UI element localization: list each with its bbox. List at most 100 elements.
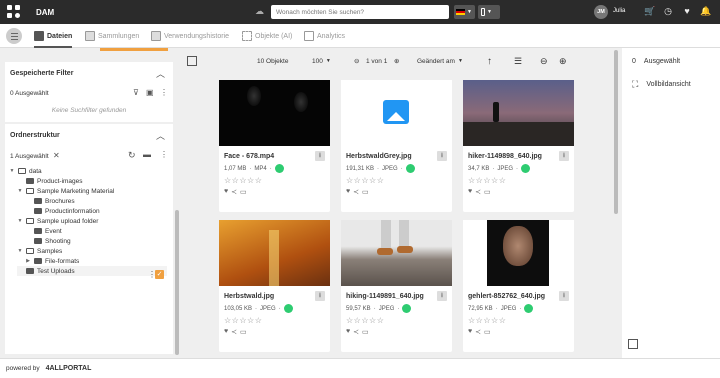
collapse-icon[interactable]: ▼	[17, 218, 23, 224]
user-name[interactable]: Julia	[613, 8, 625, 14]
more-icon[interactable]: ⋮	[160, 88, 168, 97]
download-icon[interactable]: ⭳	[559, 151, 569, 161]
asset-thumbnail[interactable]	[219, 220, 330, 286]
tree-item-product-images[interactable]: Product-images	[17, 176, 83, 186]
download-icon[interactable]: ⭳	[559, 291, 569, 301]
share-icon[interactable]: ≺	[475, 188, 481, 196]
search-input[interactable]	[271, 5, 449, 19]
zoom-out-icon[interactable]: ⊖	[540, 50, 548, 72]
sort-direction-icon[interactable]: ↑	[487, 50, 492, 72]
fullscreen-button[interactable]: ⛶ Vollbildansicht	[632, 79, 691, 90]
sidebar-scrollbar[interactable]	[175, 210, 179, 355]
list-view-icon[interactable]: ☰	[514, 50, 522, 72]
asset-name[interactable]: Face - 678.mp4	[224, 153, 274, 160]
heart-icon[interactable]: ♥	[224, 328, 228, 336]
avatar[interactable]: JM	[594, 5, 608, 19]
menu-icon[interactable]	[6, 28, 22, 44]
asset-thumbnail[interactable]	[463, 80, 574, 146]
tree-item-sample-marketing[interactable]: ▼ Sample Marketing Material	[17, 186, 115, 196]
asset-card[interactable]: Face - 678.mp4 ⭳ 1,07 MB · MP4 · ☆☆☆☆☆ ♥ ≺ ▭	[219, 80, 330, 212]
expand-icon[interactable]: ▶	[25, 258, 31, 264]
asset-name[interactable]: gehlert-852762_640.jpg	[468, 293, 545, 300]
asset-thumbnail[interactable]	[219, 80, 330, 146]
language-selector[interactable]: ▼	[454, 5, 475, 19]
rating-stars[interactable]: ☆☆☆☆☆	[346, 176, 384, 185]
tree-item-shooting[interactable]: Shooting	[25, 236, 71, 246]
brand-logo[interactable]: 4ALLPORTAL	[46, 365, 92, 372]
asset-thumbnail[interactable]	[341, 220, 452, 286]
add-to-collection-icon[interactable]: ▭	[484, 328, 491, 336]
tree-item-productinformation[interactable]: Productinformation	[25, 206, 100, 216]
add-to-collection-icon[interactable]: ▭	[240, 328, 247, 336]
collapse-panel-icon[interactable]	[628, 339, 638, 349]
download-icon[interactable]: ⭳	[315, 291, 325, 301]
sort-select[interactable]: Geändert am ▼	[417, 50, 463, 72]
asset-thumbnail[interactable]	[341, 80, 452, 146]
asset-card[interactable]: HerbstwaldGrey.jpg ⭳ 191,31 KB · JPEG · ☆☆☆…	[341, 80, 452, 212]
heart-icon[interactable]: ♥	[468, 328, 472, 336]
main-scrollbar[interactable]	[614, 50, 618, 214]
share-icon[interactable]: ≺	[231, 328, 237, 336]
heart-icon[interactable]: ♥	[224, 188, 228, 196]
app-logo-icon[interactable]	[7, 5, 21, 19]
tab-objekte-ai[interactable]: Objekte (AI)	[242, 24, 292, 48]
share-icon[interactable]: ≺	[353, 328, 359, 336]
tree-item-event[interactable]: Event	[25, 226, 62, 236]
device-selector[interactable]: ▼	[478, 5, 500, 19]
tree-item-data[interactable]: ▼ data	[9, 166, 42, 176]
save-icon[interactable]: ▣	[146, 88, 154, 97]
tree-item-brochures[interactable]: Brochures	[25, 196, 75, 206]
add-to-collection-icon[interactable]: ▭	[484, 188, 491, 196]
share-icon[interactable]: ≺	[353, 188, 359, 196]
tab-verwendungshistorie[interactable]: Verwendungshistorie	[151, 24, 229, 48]
add-to-collection-icon[interactable]: ▭	[362, 328, 369, 336]
tab-dateien[interactable]: Dateien	[34, 24, 73, 48]
asset-name[interactable]: hiking-1149891_640.jpg	[346, 293, 424, 300]
asset-name[interactable]: Herbstwald.jpg	[224, 293, 274, 300]
download-icon[interactable]: ⭳	[437, 291, 447, 301]
per-page-select[interactable]: 100 ▼	[312, 50, 331, 72]
cart-icon[interactable]: 🛒	[644, 5, 656, 17]
rating-stars[interactable]: ☆☆☆☆☆	[224, 316, 262, 325]
chevron-up-icon[interactable]: ︿	[156, 67, 165, 80]
heart-icon[interactable]: ♥	[346, 188, 350, 196]
rating-stars[interactable]: ☆☆☆☆☆	[346, 316, 384, 325]
add-to-collection-icon[interactable]: ▭	[240, 188, 247, 196]
add-to-collection-icon[interactable]: ▭	[362, 188, 369, 196]
asset-card[interactable]: gehlert-852762_640.jpg ⭳ 72,95 KB · JPEG · …	[463, 220, 574, 352]
tree-item-file-formats[interactable]: ▶ File-formats	[25, 256, 79, 266]
folder-checkbox[interactable]: ✓	[155, 270, 164, 279]
filter-clear-icon[interactable]: ⊽	[133, 88, 139, 97]
heart-icon[interactable]: ♥	[681, 5, 693, 17]
chevron-up-icon[interactable]: ︿	[156, 129, 165, 142]
collapse-icon[interactable]: ▼	[9, 168, 15, 174]
asset-name[interactable]: HerbstwaldGrey.jpg	[346, 153, 412, 160]
tab-analytics[interactable]: Analytics	[304, 24, 345, 48]
asset-card[interactable]: Herbstwald.jpg ⭳ 103,05 KB · JPEG · ☆☆☆☆☆ ♥…	[219, 220, 330, 352]
heart-icon[interactable]: ♥	[346, 328, 350, 336]
tab-sammlungen[interactable]: Sammlungen	[85, 24, 139, 48]
asset-card[interactable]: hiking-1149891_640.jpg ⭳ 59,57 KB · JPEG · …	[341, 220, 452, 352]
bell-icon[interactable]: 🔔	[700, 5, 712, 17]
rating-stars[interactable]: ☆☆☆☆☆	[468, 316, 506, 325]
heart-icon[interactable]: ♥	[468, 188, 472, 196]
asset-name[interactable]: hiker-1149898_640.jpg	[468, 153, 542, 160]
asset-card[interactable]: hiker-1149898_640.jpg ⭳ 34,7 KB · JPEG · ☆☆…	[463, 80, 574, 212]
asset-thumbnail[interactable]	[463, 220, 574, 286]
more-icon[interactable]: ⋮	[160, 150, 168, 159]
collapse-sidebar-icon[interactable]	[187, 50, 197, 72]
share-icon[interactable]: ≺	[475, 328, 481, 336]
next-page-icon[interactable]: ⊕	[394, 50, 399, 72]
share-icon[interactable]: ≺	[231, 188, 237, 196]
download-icon[interactable]: ⭳	[437, 151, 447, 161]
download-icon[interactable]: ⭳	[315, 151, 325, 161]
tree-item-test-uploads[interactable]: Test Uploads	[17, 266, 167, 276]
clear-selection-icon[interactable]: ✕	[53, 151, 60, 160]
new-folder-icon[interactable]: ▬	[143, 150, 151, 159]
zoom-in-icon[interactable]: ⊕	[559, 50, 567, 72]
refresh-icon[interactable]: ↻	[128, 150, 136, 161]
collapse-icon[interactable]: ▼	[17, 188, 23, 194]
tree-item-samples[interactable]: ▼ Samples	[17, 246, 63, 256]
tree-item-sample-upload[interactable]: ▼ Sample upload folder	[17, 216, 99, 226]
upload-cloud-icon[interactable]: ☁	[255, 6, 267, 17]
